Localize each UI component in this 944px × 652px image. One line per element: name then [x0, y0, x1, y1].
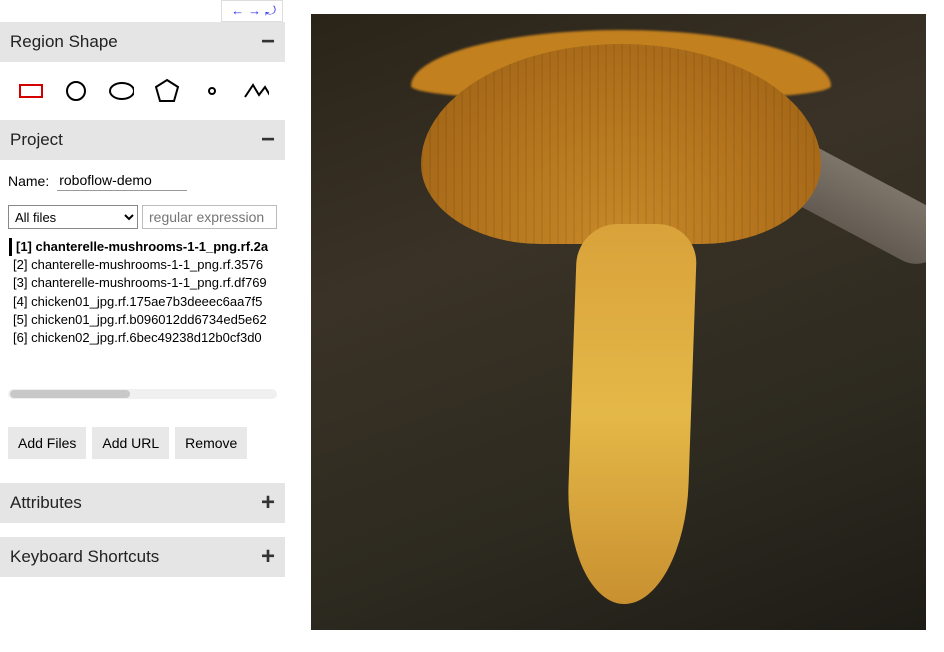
regex-input[interactable]	[142, 205, 277, 229]
project-header[interactable]: Project −	[0, 120, 285, 160]
project-body: Name: All files [1] chanterelle-mushroom…	[0, 160, 285, 469]
next-image-icon[interactable]: →	[248, 3, 261, 19]
shape-point-icon[interactable]	[200, 80, 223, 102]
add-files-button[interactable]: Add Files	[8, 427, 86, 459]
file-item[interactable]: [1] chanterelle-mushrooms-1-1_png.rf.2a	[9, 238, 276, 256]
file-item[interactable]: [5] chicken01_jpg.rf.b096012dd6734ed5e62	[9, 311, 276, 329]
shortcuts-header[interactable]: Keyboard Shortcuts +	[0, 537, 285, 577]
region-shape-header[interactable]: Region Shape −	[0, 22, 285, 62]
prev-image-icon[interactable]: ←	[231, 3, 244, 19]
remove-button[interactable]: Remove	[175, 427, 247, 459]
sidebar: ← → ⤾ Region Shape − Project − Name	[0, 0, 285, 652]
file-item[interactable]: [4] chicken01_jpg.rf.175ae7b3deeec6aa7f5	[9, 293, 276, 311]
collapse-icon[interactable]: −	[261, 134, 275, 146]
project-name-input[interactable]	[57, 170, 187, 191]
image-canvas[interactable]	[285, 0, 944, 652]
region-shape-title: Region Shape	[10, 32, 118, 52]
nav-more-icon[interactable]: ⤾	[265, 3, 276, 19]
collapse-icon[interactable]: −	[261, 36, 275, 48]
project-title: Project	[10, 130, 63, 150]
shape-rect-icon[interactable]	[18, 80, 44, 102]
shape-toolbar	[0, 62, 285, 120]
expand-icon[interactable]: +	[261, 497, 275, 509]
attributes-header[interactable]: Attributes +	[0, 483, 285, 523]
shape-polyline-icon[interactable]	[243, 80, 269, 102]
shape-ellipse-icon[interactable]	[108, 80, 134, 102]
file-item[interactable]: [2] chanterelle-mushrooms-1-1_png.rf.357…	[9, 256, 276, 274]
shortcuts-title: Keyboard Shortcuts	[10, 547, 159, 567]
add-url-button[interactable]: Add URL	[92, 427, 169, 459]
file-filter-select[interactable]: All files	[8, 205, 138, 229]
shape-circle-icon[interactable]	[64, 80, 88, 102]
file-item[interactable]: [6] chicken02_jpg.rf.6bec49238d12b0cf3d0	[9, 329, 276, 347]
attributes-title: Attributes	[10, 493, 82, 513]
annotation-image[interactable]	[311, 14, 926, 630]
nav-arrows: ← → ⤾	[221, 0, 283, 22]
file-list: [1] chanterelle-mushrooms-1-1_png.rf.2a …	[8, 235, 277, 385]
file-list-scrollbar[interactable]	[8, 389, 277, 399]
shape-polygon-icon[interactable]	[154, 80, 180, 102]
expand-icon[interactable]: +	[261, 551, 275, 563]
project-name-label: Name:	[8, 173, 49, 189]
file-item[interactable]: [3] chanterelle-mushrooms-1-1_png.rf.df7…	[9, 274, 276, 292]
